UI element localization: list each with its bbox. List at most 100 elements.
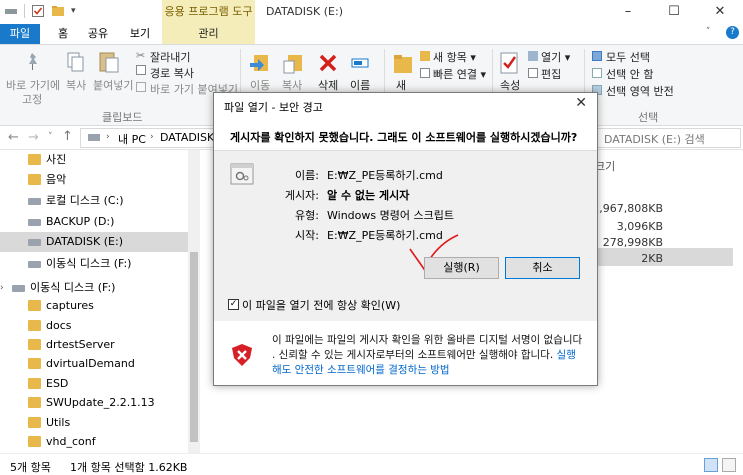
easy-access-button[interactable]: 빠른 연결 ▾ bbox=[433, 66, 486, 82]
forward-arrow-icon[interactable]: → bbox=[28, 130, 39, 145]
cut-button[interactable]: 잘라내기 bbox=[150, 49, 190, 65]
close-window-button[interactable]: ✕ bbox=[697, 0, 743, 24]
easy-access-icon bbox=[420, 68, 430, 78]
from-label: 시작: bbox=[295, 229, 319, 242]
sidebar-item-label: drtestServer bbox=[46, 338, 115, 351]
dialog-title: 파일 열기 - 보안 경고 bbox=[224, 101, 323, 114]
tab-home[interactable]: 홈 bbox=[48, 24, 78, 44]
copy-button[interactable]: 복사 bbox=[66, 77, 86, 93]
name-value: E:₩Z_PE등록하기.cmd bbox=[327, 169, 443, 182]
search-input[interactable]: DATADISK (E:) 검색 bbox=[604, 131, 705, 147]
drive-icon bbox=[28, 198, 41, 205]
sidebar-item-0[interactable]: 사진 bbox=[0, 150, 188, 170]
invert-selection-button[interactable]: 선택 영역 반전 bbox=[606, 83, 674, 99]
ribbon-collapse-icon[interactable]: ˅ bbox=[706, 27, 711, 37]
always-ask-label[interactable]: 이 파일을 열기 전에 항상 확인(W) bbox=[242, 297, 400, 313]
warning-line-1: 이 파일에는 파일의 게시자 확인을 위한 올바른 디지털 서명이 없습니다 bbox=[272, 334, 583, 346]
sidebar-item-label: SWUpdate_2.2.1.13 bbox=[46, 396, 155, 409]
select-all-icon bbox=[592, 51, 602, 61]
pin-icon bbox=[29, 53, 37, 70]
paste-button[interactable]: 붙여넣기 bbox=[93, 77, 133, 93]
status-bar: 5개 항목 1개 항목 선택함 1.62KB bbox=[0, 453, 743, 475]
new-folder-icon[interactable] bbox=[51, 4, 65, 18]
cancel-button[interactable]: 취소 bbox=[505, 257, 580, 279]
folder-icon bbox=[28, 339, 41, 350]
file-size-cell: 278,998KB bbox=[602, 236, 663, 249]
sidebar-item-12[interactable]: SWUpdate_2.2.1.13 bbox=[0, 393, 188, 413]
copy-to-button[interactable]: 복사 bbox=[282, 77, 302, 93]
sidebar-item-11[interactable]: ESD bbox=[0, 374, 188, 394]
dialog-body: 이름: E:₩Z_PE등록하기.cmd 게시자: 알 수 없는 게시자 유형: … bbox=[214, 151, 597, 321]
maximize-button[interactable]: ☐ bbox=[651, 0, 697, 24]
sidebar-item-8[interactable]: docs bbox=[0, 316, 188, 336]
sidebar-item-1[interactable]: 음악 bbox=[0, 170, 188, 190]
help-icon[interactable]: ? bbox=[726, 26, 739, 39]
security-warning-dialog: 파일 열기 - 보안 경고 ✕ 게시자를 확인하지 못했습니다. 그래도 이 소… bbox=[213, 92, 598, 386]
edit-button[interactable]: 편집 bbox=[541, 66, 561, 82]
paste-icon bbox=[99, 52, 119, 73]
pin-quick-access-label-2[interactable]: 고정 bbox=[22, 91, 42, 107]
sidebar-item-label: vhd_conf bbox=[46, 435, 96, 448]
open-button[interactable]: 열기 ▾ bbox=[541, 49, 570, 65]
move-to-icon bbox=[250, 55, 268, 71]
nav-scrollbar-thumb[interactable] bbox=[190, 252, 198, 442]
sidebar-item-13[interactable]: Utils bbox=[0, 413, 188, 433]
selected-file-row-highlight[interactable] bbox=[598, 248, 733, 266]
sidebar-item-label: ESD bbox=[46, 377, 69, 390]
properties-check-icon[interactable] bbox=[31, 4, 45, 18]
delete-button[interactable]: 삭제 bbox=[318, 77, 338, 93]
sidebar-item-2[interactable]: 로컬 디스크 (C:) bbox=[0, 191, 188, 211]
properties-icon bbox=[500, 52, 518, 74]
new-folder-button[interactable]: 새 bbox=[396, 77, 406, 93]
select-all-button[interactable]: 모두 선택 bbox=[606, 49, 650, 65]
folder-icon bbox=[28, 397, 41, 408]
context-tab-title: 응용 프로그램 도구 bbox=[162, 0, 255, 24]
minimize-button[interactable]: – bbox=[605, 0, 651, 24]
always-ask-checkbox[interactable]: ✓ bbox=[228, 299, 239, 310]
up-arrow-icon[interactable]: ↑ bbox=[62, 129, 73, 144]
breadcrumb-pc[interactable]: 내 PC bbox=[118, 131, 146, 147]
tab-file[interactable]: 파일 bbox=[0, 24, 40, 44]
path-separator-icon: › bbox=[150, 132, 154, 142]
dialog-close-button[interactable]: ✕ bbox=[575, 95, 587, 111]
drive-icon bbox=[28, 239, 41, 246]
sidebar-item-3[interactable]: BACKUP (D:) bbox=[0, 212, 188, 232]
path-separator-icon: › bbox=[106, 132, 110, 142]
ribbon-tabs: 파일 홈 공유 보기 관리 ˅ ? bbox=[0, 24, 743, 44]
select-none-button[interactable]: 선택 안 함 bbox=[606, 66, 653, 82]
properties-button[interactable]: 속성 bbox=[500, 77, 520, 93]
sidebar-item-label: 사진 bbox=[46, 153, 67, 166]
sidebar-item-label: docs bbox=[46, 319, 72, 332]
tab-view[interactable]: 보기 bbox=[120, 24, 160, 44]
sidebar-item-9[interactable]: drtestServer bbox=[0, 335, 188, 355]
move-to-button[interactable]: 이동 bbox=[250, 77, 270, 93]
copy-path-button[interactable]: 경로 복사 bbox=[150, 65, 194, 81]
recent-dropdown-icon[interactable]: ˅ bbox=[48, 132, 53, 142]
sidebar-item-14[interactable]: vhd_conf bbox=[0, 432, 188, 452]
new-item-button[interactable]: 새 항목 ▾ bbox=[433, 49, 476, 65]
sidebar-item-6[interactable]: › 이동식 디스크 (F:) bbox=[0, 278, 188, 298]
sidebar-item-10[interactable]: dvirtualDemand bbox=[0, 354, 188, 374]
name-label: 이름: bbox=[295, 169, 319, 182]
sidebar-item-7[interactable]: captures bbox=[0, 296, 188, 316]
back-arrow-icon[interactable]: ← bbox=[8, 130, 19, 145]
tab-share[interactable]: 공유 bbox=[80, 24, 116, 44]
copy-path-icon bbox=[136, 65, 146, 75]
folder-icon bbox=[28, 174, 41, 185]
size-column-header[interactable]: 크기 bbox=[595, 158, 615, 174]
sidebar-item-4[interactable]: DATADISK (E:) bbox=[0, 232, 188, 252]
rename-button[interactable]: 이름 bbox=[350, 77, 370, 93]
expand-chevron-icon[interactable]: › bbox=[0, 278, 4, 298]
sidebar-item-label: 로컬 디스크 (C:) bbox=[46, 194, 124, 207]
tab-manage[interactable]: 관리 bbox=[162, 24, 255, 44]
sidebar-item-label: captures bbox=[46, 299, 94, 312]
run-button[interactable]: 실행(R) bbox=[424, 257, 499, 279]
shield-warning-icon bbox=[232, 344, 252, 366]
folder-icon bbox=[28, 320, 41, 331]
warning-help-link-part1[interactable]: 실행 bbox=[557, 349, 576, 361]
qat-dropdown-icon[interactable]: ▾ bbox=[71, 6, 76, 16]
sidebar-item-5[interactable]: 이동식 디스크 (F:) bbox=[0, 254, 188, 274]
details-view-icon[interactable] bbox=[704, 458, 718, 472]
warning-help-link-part2[interactable]: 해도 안전한 소프트웨어를 결정하는 방법 bbox=[272, 364, 450, 376]
large-icons-view-icon[interactable] bbox=[722, 458, 736, 472]
